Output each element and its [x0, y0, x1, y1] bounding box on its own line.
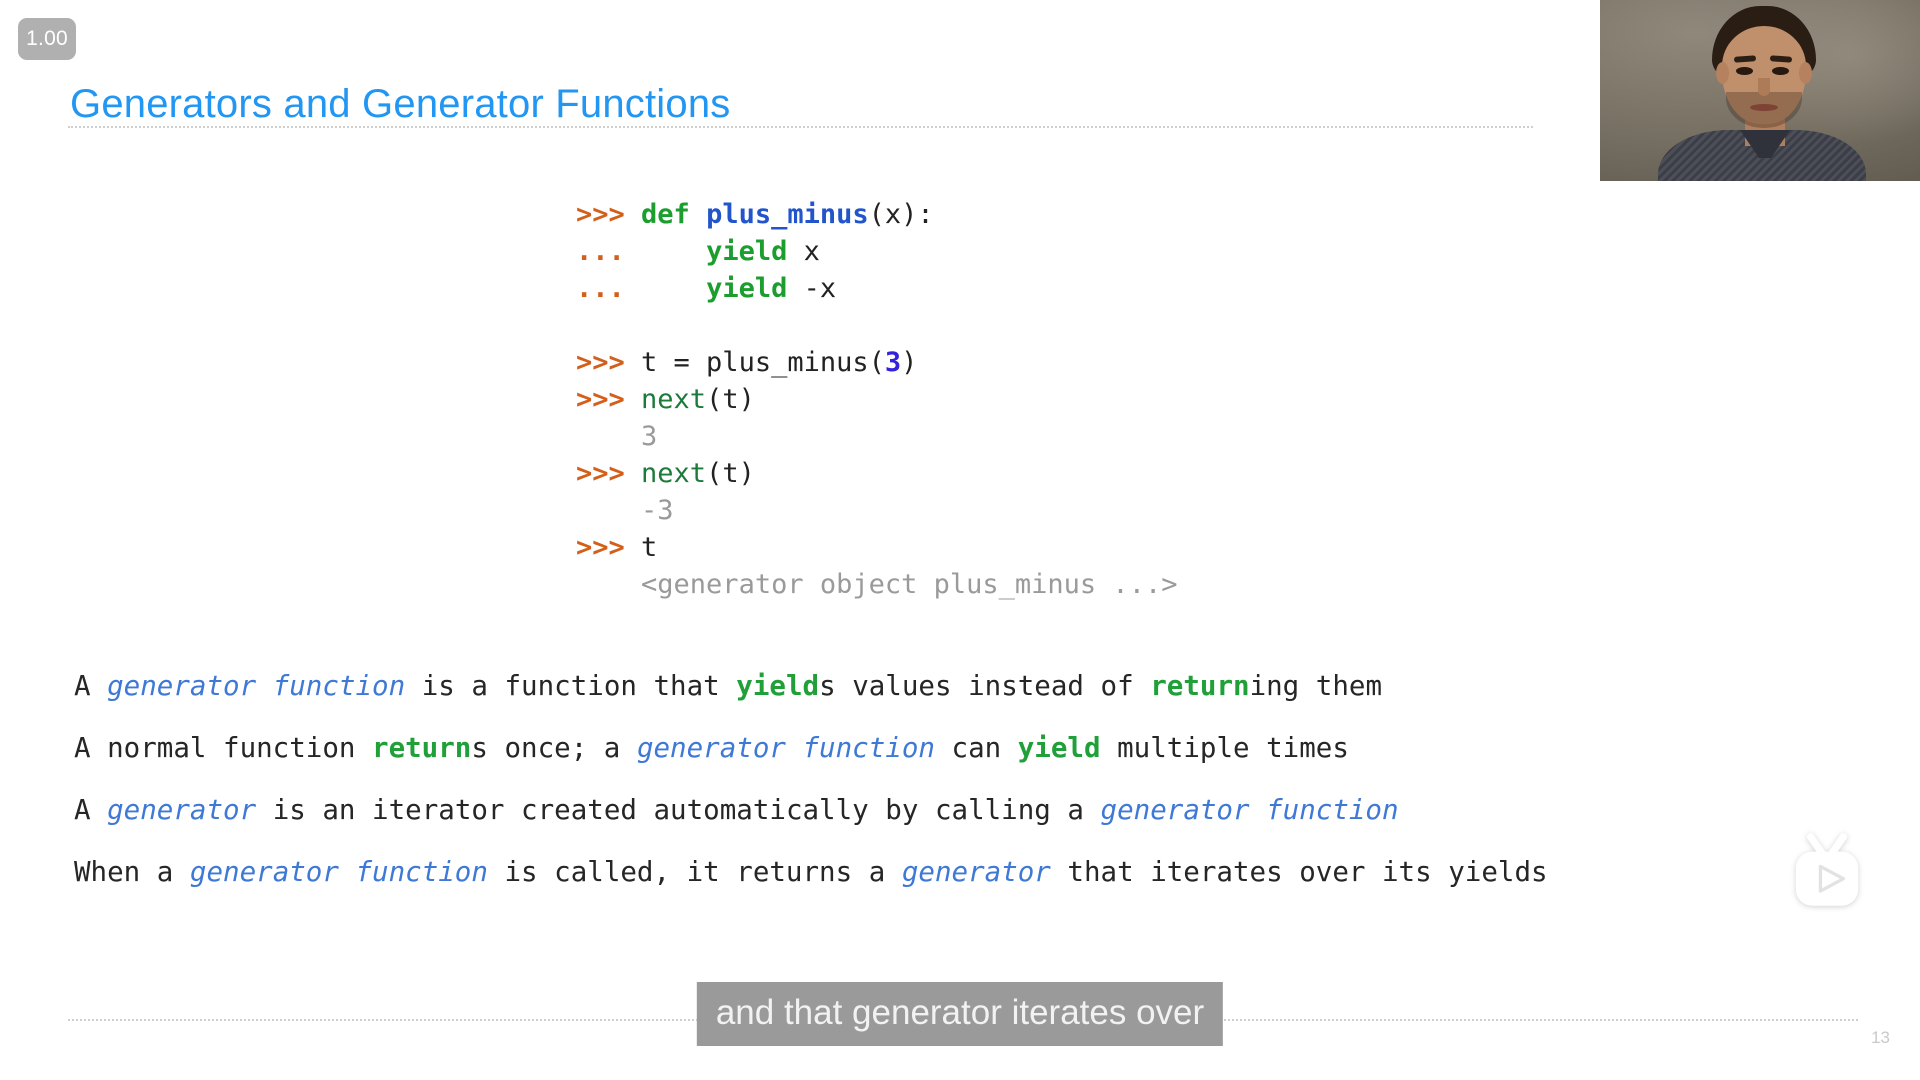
presenter-eye-left [1736, 67, 1753, 75]
caption-overlay: and that generator iterates over [696, 982, 1224, 1046]
code-token: def [641, 199, 707, 230]
code-line: ... yield -x [576, 270, 1177, 307]
bullet-segment: s once; a [471, 732, 637, 764]
bullet-segment: s values instead of [819, 670, 1151, 702]
code-token: (t) [706, 384, 755, 415]
bullet-segment: A [74, 670, 108, 702]
code-token: 3 [641, 421, 658, 452]
code-token: next [641, 384, 707, 415]
code-token: <generator object plus_minus ...> [641, 569, 1178, 600]
code-token: (t) [706, 458, 755, 489]
code-line: >>> def plus_minus(x): [576, 196, 1177, 233]
bullet-line: A generator is an iterator created autom… [74, 779, 1548, 841]
code-token: -x [787, 273, 837, 304]
code-block: >>> def plus_minus(x):... yield x... yie… [576, 196, 1177, 603]
code-token: (x): [868, 199, 934, 230]
bullet-segment: generator function [1100, 794, 1399, 826]
presenter-webcam-video[interactable] [1600, 0, 1920, 181]
bullet-segment: can [934, 732, 1018, 764]
bullet-segment: generator function [636, 732, 935, 764]
code-prompt-spacer [576, 421, 641, 452]
code-line: >>> t = plus_minus(3) [576, 344, 1177, 381]
playback-speed-badge[interactable]: 1.00 [18, 18, 76, 60]
code-line: ... yield x [576, 233, 1177, 270]
presenter-nose [1758, 78, 1770, 96]
code-line: >>> next(t) [576, 455, 1177, 492]
code-token: t = plus_minus( [641, 347, 885, 378]
bullet-segment: multiple times [1100, 732, 1349, 764]
bullet-segment: ing them [1249, 670, 1383, 702]
code-prompt: >>> [576, 347, 642, 378]
code-token: t [641, 532, 658, 563]
code-token: -3 [641, 495, 674, 526]
code-prompt: >>> [576, 384, 642, 415]
bullet-segment: generator function [107, 670, 406, 702]
bullet-segment: is called, it returns a [487, 856, 902, 888]
code-token: 3 [884, 347, 902, 378]
bullet-segment: that iterates over its yields [1050, 856, 1548, 888]
code-line: <generator object plus_minus ...> [576, 566, 1177, 603]
code-line: -3 [576, 492, 1177, 529]
code-token: yield [706, 273, 788, 304]
code-prompt: >>> [576, 458, 642, 489]
slide-canvas: 1.00 Generators and Generator Functions … [0, 0, 1920, 1080]
bullet-segment: A [74, 794, 108, 826]
code-token: next [641, 458, 707, 489]
code-prompt: >>> [576, 199, 642, 230]
bullet-segment: generator [107, 794, 257, 826]
bullet-segment: generator [901, 856, 1051, 888]
bullet-segment: return [372, 732, 472, 764]
page-number: 13 [1871, 1028, 1890, 1047]
code-token: plus_minus [706, 199, 869, 230]
code-token: yield [706, 236, 788, 267]
code-token: ) [901, 347, 918, 378]
code-prompt: ... [576, 236, 642, 267]
presenter-eye-right [1772, 67, 1789, 75]
page-title: Generators and Generator Functions [70, 82, 731, 126]
presenter-ear-left [1716, 62, 1729, 84]
code-prompt-spacer [576, 569, 641, 600]
bullet-segment: is a function that [405, 670, 737, 702]
code-prompt: ... [576, 273, 642, 304]
code-prompt-spacer [576, 495, 641, 526]
code-prompt: >>> [576, 532, 642, 563]
bullet-segment: yield [736, 670, 820, 702]
bullet-segment: return [1150, 670, 1250, 702]
bullet-segment: A normal function [74, 732, 373, 764]
tv-play-icon[interactable] [1786, 832, 1868, 914]
bullet-line: A generator function is a function that … [74, 655, 1548, 717]
bullet-segment: yield [1017, 732, 1101, 764]
code-token: x [787, 236, 820, 267]
code-line: >>> t [576, 529, 1177, 566]
bullet-line: A normal function returns once; a genera… [74, 717, 1548, 779]
code-line: >>> next(t) [576, 381, 1177, 418]
bullet-segment: When a [74, 856, 190, 888]
title-divider [68, 126, 1533, 128]
bullet-segment: generator function [189, 856, 488, 888]
presenter-ear-right [1799, 62, 1812, 84]
bullet-list: A generator function is a function that … [74, 655, 1548, 903]
code-line: 3 [576, 418, 1177, 455]
bullet-line: When a generator function is called, it … [74, 841, 1548, 903]
presenter-mouth [1750, 104, 1778, 111]
bullet-segment: is an iterator created automatically by … [256, 794, 1101, 826]
